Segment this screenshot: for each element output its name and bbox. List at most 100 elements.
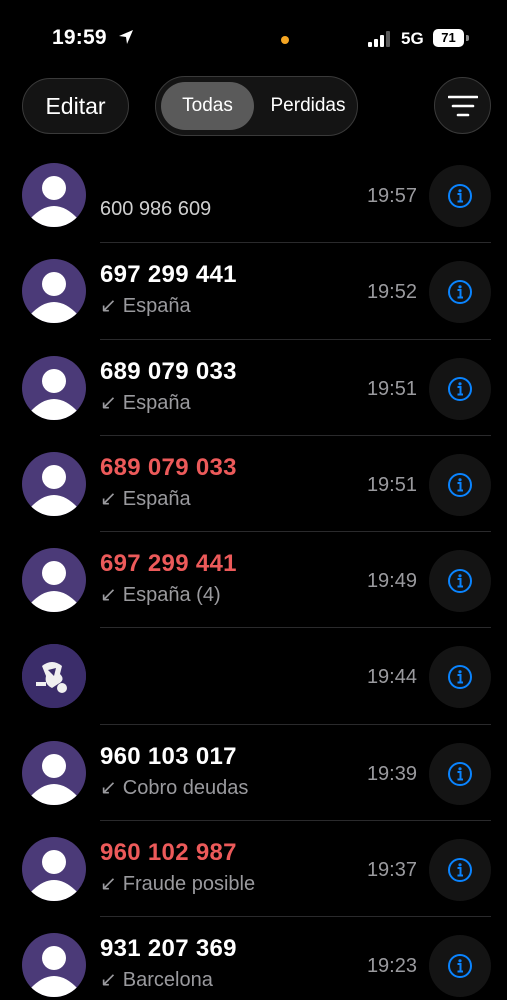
call-time: 19:57 [366, 185, 417, 207]
info-icon [448, 472, 472, 497]
person-silhouette-icon [30, 850, 78, 902]
location-arrow-icon [119, 30, 133, 44]
calls-filter-segmented-control: Todas Perdidas [155, 76, 358, 136]
info-button[interactable] [429, 742, 491, 805]
call-number: 697 299 441 [100, 261, 237, 289]
call-label: España [122, 487, 191, 510]
call-subtitle: ↙ España [100, 486, 191, 511]
contact-avatar [22, 451, 86, 516]
info-button[interactable] [429, 935, 491, 998]
info-icon [448, 761, 472, 786]
info-icon [448, 665, 472, 690]
info-button[interactable] [429, 165, 491, 227]
info-button[interactable] [429, 357, 491, 420]
info-button[interactable] [429, 550, 491, 613]
recent-calls-list: 609 986 009 19:57 697 299 441 ↙ España 19… [0, 147, 507, 1000]
call-row[interactable]: 689 079 033 ↙ España 19:51 [0, 340, 507, 436]
contact-photo-icon [22, 644, 86, 709]
call-label: España (4) [122, 584, 221, 607]
incoming-call-arrow-icon: ↙ [100, 295, 117, 318]
info-icon [448, 376, 472, 401]
call-subtitle: ↙ España [100, 293, 191, 318]
incoming-call-arrow-icon: ↙ [100, 776, 117, 799]
person-silhouette-icon [30, 753, 78, 805]
call-time: 19:49 [366, 570, 417, 593]
call-row[interactable]: 960 103 017 ↙ Cobro deudas 19:39 [0, 725, 507, 822]
info-icon [448, 184, 472, 208]
call-label: Barcelona [122, 969, 213, 992]
info-icon [448, 569, 472, 594]
info-icon [448, 858, 472, 883]
info-button[interactable] [429, 261, 491, 324]
incoming-call-arrow-icon: ↙ [100, 487, 117, 510]
info-button[interactable] [429, 646, 491, 709]
person-silhouette-icon [30, 561, 78, 613]
incoming-call-arrow-icon: ↙ [100, 969, 117, 992]
incoming-call-arrow-icon: ↙ [100, 873, 117, 896]
filter-button[interactable] [434, 77, 491, 134]
call-time: 19:44 [366, 666, 417, 689]
call-row[interactable]: 697 299 441 ↙ España (4) 19:49 [0, 532, 507, 629]
status-time: 19:59 [52, 26, 107, 49]
call-time: 19:23 [366, 955, 417, 978]
call-row[interactable]: 689 079 033 ↙ España 19:51 [0, 436, 507, 533]
phone-screen: 19:59 5G 71 Editar Todas Perdidas 609 98… [0, 0, 507, 1000]
call-row[interactable]: 960 102 987 ↙ Fraude posible 19:37 [0, 821, 507, 918]
battery-level: 71 [441, 30, 456, 45]
status-bar: 19:59 5G 71 [0, 0, 507, 70]
info-icon [448, 280, 472, 305]
call-label: Fraude posible [122, 873, 256, 896]
recording-indicator-dot [281, 36, 289, 44]
call-subtitle: ↙ Fraude posible [100, 871, 255, 896]
contact-avatar [22, 355, 86, 420]
person-silhouette-icon [30, 368, 78, 420]
call-time: 19:52 [366, 281, 417, 304]
call-time: 19:51 [366, 377, 417, 400]
contact-avatar [22, 740, 86, 805]
recents-toolbar: Editar Todas Perdidas [0, 76, 507, 136]
call-subtitle: ↙ Barcelona [100, 967, 213, 992]
contact-avatar [22, 548, 86, 613]
filter-lines-icon [448, 95, 478, 117]
call-label: España [122, 295, 191, 318]
call-row[interactable]: 931 207 369 ↙ Barcelona 19:23 [0, 917, 507, 1000]
call-subtitle: ↙ Cobro deudas [100, 775, 248, 800]
call-label: Cobro deudas [122, 776, 249, 799]
incoming-call-arrow-icon: ↙ [100, 584, 117, 607]
call-row[interactable]: 697 299 441 ↙ España 19:52 [0, 243, 507, 340]
info-button[interactable] [429, 839, 491, 902]
call-number-missed: 689 079 033 [100, 453, 237, 481]
info-button[interactable] [429, 453, 491, 516]
call-time: 19:39 [366, 762, 417, 785]
incoming-call-arrow-icon: ↙ [100, 391, 117, 414]
call-label-redacted: 609 986 009 [100, 196, 212, 218]
contact-avatar [22, 163, 86, 227]
call-time: 19:51 [366, 473, 417, 496]
call-subtitle: ↙ España (4) [100, 582, 221, 607]
call-number: 960 103 017 [100, 742, 237, 770]
person-silhouette-icon [30, 176, 78, 227]
contact-avatar [22, 837, 86, 902]
call-subtitle: ↙ España [100, 390, 191, 415]
edit-button[interactable]: Editar [22, 78, 129, 134]
call-label: España [122, 391, 191, 414]
person-silhouette-icon [30, 464, 78, 516]
call-number: 689 079 033 [100, 357, 237, 385]
battery-indicator: 71 [433, 29, 469, 47]
contact-photo-avatar [22, 644, 86, 709]
signal-bars-icon [368, 31, 390, 47]
contact-avatar [22, 933, 86, 998]
call-time: 19:37 [366, 859, 417, 882]
segment-all[interactable]: Todas [161, 82, 254, 130]
call-number: 931 207 369 [100, 935, 237, 963]
call-row[interactable]: 19:44 [0, 628, 507, 725]
person-silhouette-icon [30, 272, 78, 324]
call-number-missed: 697 299 441 [100, 550, 237, 578]
info-icon [448, 954, 472, 979]
segment-missed[interactable]: Perdidas [262, 82, 354, 130]
contact-avatar [22, 259, 86, 324]
person-silhouette-icon [30, 946, 78, 998]
call-row[interactable]: 609 986 009 19:57 [0, 147, 507, 244]
network-type: 5G [401, 29, 424, 48]
call-subtitle: 609 986 009 [100, 195, 211, 218]
